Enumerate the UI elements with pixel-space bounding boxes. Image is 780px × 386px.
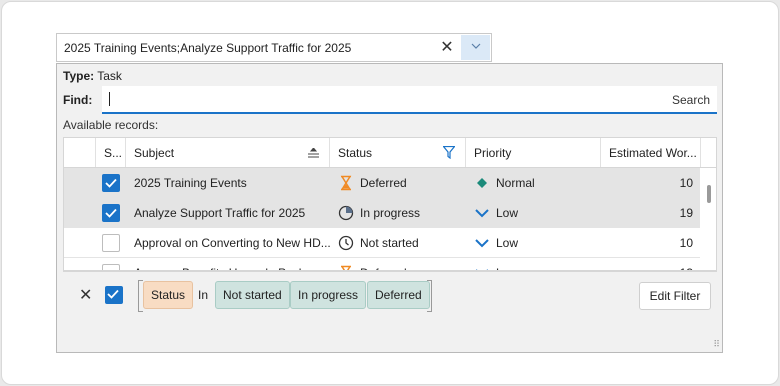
cell-priority: Low xyxy=(488,258,598,270)
filter-value-tag[interactable]: Not started xyxy=(215,281,290,309)
column-divider xyxy=(95,138,96,167)
cell-priority: Low xyxy=(496,236,519,250)
cell-status: Not started xyxy=(360,236,419,250)
column-divider xyxy=(329,138,330,167)
grid-header: S... Subject Status Priority Estimated W… xyxy=(64,138,716,168)
cell-subject: Analyze Support Traffic for 2025 xyxy=(134,206,306,220)
column-header-selected[interactable]: S... xyxy=(96,138,128,168)
cell-estimated-work: 10 xyxy=(679,236,693,250)
filter-value-tag[interactable]: Deferred xyxy=(367,281,430,309)
cell-subject: Approve Benefits Upgrade Package xyxy=(126,258,330,270)
table-row[interactable]: 2025 Training Events Deferred Normal 10 xyxy=(64,168,700,198)
dropdown-button[interactable] xyxy=(461,35,490,60)
combo-value: 2025 Training Events;Analyze Support Tra… xyxy=(64,41,352,55)
filter-icon[interactable] xyxy=(443,146,455,159)
text-caret xyxy=(109,92,110,106)
cell-status: Deferred xyxy=(360,176,407,190)
table-row[interactable]: Approve Benefits Upgrade Package Deferre… xyxy=(64,258,700,270)
filter-value-tag[interactable]: In progress xyxy=(290,281,367,309)
column-header-priority[interactable]: Priority xyxy=(466,138,602,168)
filter-operator[interactable]: In xyxy=(198,288,208,302)
edit-filter-button[interactable]: Edit Filter xyxy=(639,282,711,310)
cell-estimated-work: 19 xyxy=(679,206,693,220)
cell-estimated-work: 10 xyxy=(679,176,693,190)
type-value: Task xyxy=(97,69,122,83)
table-row[interactable]: Analyze Support Traffic for 2025 In prog… xyxy=(64,198,700,228)
filter-field-tag[interactable]: Status xyxy=(143,281,194,309)
cell-estimated-work: 13 xyxy=(601,258,693,270)
resize-grip-icon[interactable]: ⠿ xyxy=(713,339,720,350)
cell-subject: Approval on Converting to New HD... xyxy=(134,236,330,250)
find-input[interactable]: Search xyxy=(102,86,717,114)
column-divider xyxy=(465,138,466,167)
vertical-scrollbar[interactable] xyxy=(707,185,711,203)
table-row[interactable]: Approval on Converting to New HD... Not … xyxy=(64,228,700,258)
cell-status: Deferred xyxy=(352,258,462,270)
token-combo-box[interactable]: 2025 Training Events;Analyze Support Tra… xyxy=(56,33,492,62)
filter-bracket-close xyxy=(427,280,432,312)
row-checkbox[interactable] xyxy=(102,264,120,270)
filter-enabled-checkbox[interactable] xyxy=(105,286,123,304)
close-icon[interactable]: ✕ xyxy=(437,38,457,58)
filter-panel: ✕ Status In Not started In progress Defe… xyxy=(63,271,717,319)
sort-icon[interactable] xyxy=(308,148,319,158)
cell-subject: 2025 Training Events xyxy=(134,176,247,190)
column-header-subject[interactable]: Subject xyxy=(126,138,330,168)
find-label: Find: xyxy=(63,93,93,107)
type-label: Type: xyxy=(63,69,95,83)
search-button[interactable]: Search xyxy=(672,93,710,107)
row-checkbox[interactable] xyxy=(102,204,120,222)
chevron-down-icon xyxy=(471,43,480,49)
cell-priority: Normal xyxy=(496,176,535,190)
column-header-estimated-work[interactable]: Estimated Wor... xyxy=(601,138,701,168)
row-checkbox[interactable] xyxy=(102,174,120,192)
row-checkbox[interactable] xyxy=(102,234,120,252)
clear-filter-icon[interactable]: ✕ xyxy=(79,285,92,305)
cell-priority: Low xyxy=(496,206,519,220)
records-grid: S... Subject Status Priority Estimated W… xyxy=(63,137,717,271)
column-divider xyxy=(125,138,126,167)
lookup-popup: Type: Task Find: Search Available record… xyxy=(56,63,723,353)
cell-status: In progress xyxy=(360,206,421,220)
type-row: Type: Task xyxy=(63,69,122,83)
column-divider xyxy=(700,138,701,167)
column-divider xyxy=(600,138,601,167)
available-records-label: Available records: xyxy=(63,118,159,132)
